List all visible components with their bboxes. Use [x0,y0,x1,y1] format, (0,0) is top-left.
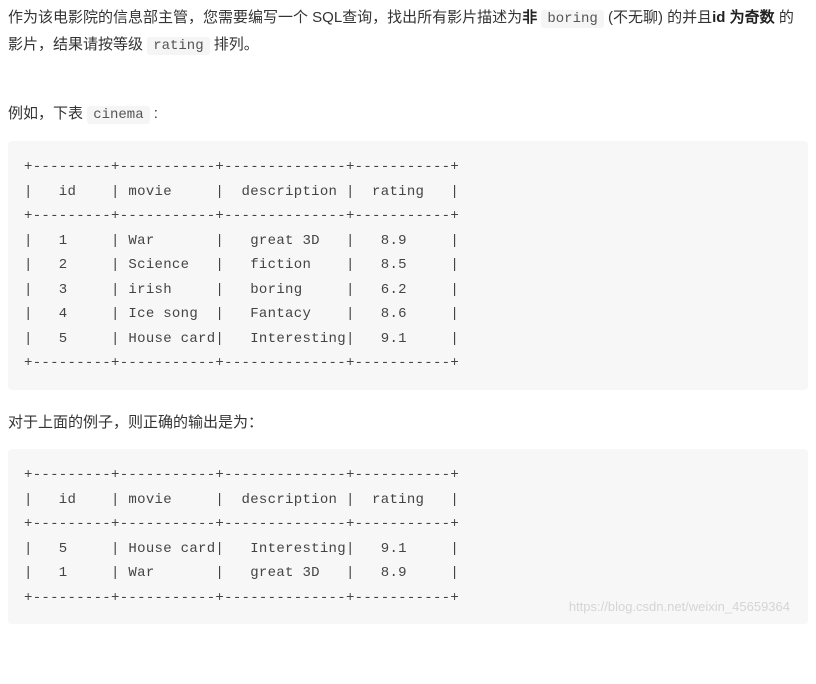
intro-bold-odd: id 为奇数 [712,9,775,26]
example-label: 例如，下表 cinema : [8,101,808,128]
intro-paragraph: 作为该电影院的信息部主管，您需要编写一个 SQL查询，找出所有影片描述为非 bo… [8,5,808,59]
output-table-block: +---------+-----------+--------------+--… [8,449,808,624]
inline-code-cinema: cinema [87,106,149,124]
example-prefix: 例如，下表 [8,105,83,122]
result-label: 对于上面的例子，则正确的输出是为： [8,410,808,436]
intro-paren: (不无聊) 的并且 [608,9,712,26]
output-table-text: +---------+-----------+--------------+--… [24,467,459,606]
example-suffix: : [154,105,158,122]
intro-bold-not: 非 [522,9,537,26]
document-content: 作为该电影院的信息部主管，您需要编写一个 SQL查询，找出所有影片描述为非 bo… [0,0,816,654]
intro-text-1: 作为该电影院的信息部主管，您需要编写一个 SQL查询，找出所有影片描述为 [8,9,522,26]
inline-code-boring: boring [541,10,603,28]
watermark-text: https://blog.csdn.net/weixin_45659364 [569,596,790,619]
inline-code-rating: rating [147,37,209,55]
intro-text-3: 排列。 [214,36,259,53]
cinema-table-block: +---------+-----------+--------------+--… [8,141,808,390]
